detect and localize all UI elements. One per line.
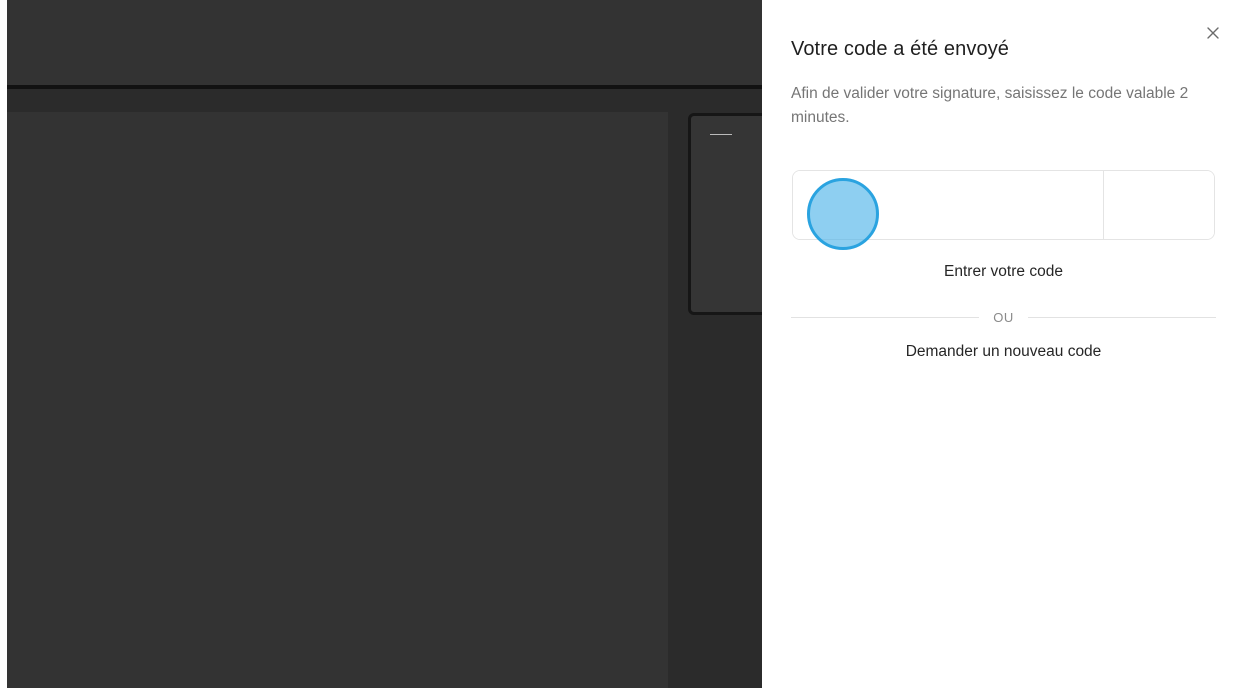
page-thumbnail [688,113,762,315]
drawer-title: Votre code a été envoyé [791,38,1010,60]
request-new-code-link[interactable]: Demander un nouveau code [792,343,1215,361]
code-verification-drawer: Votre code a été envoyé Afin de valider … [762,0,1242,688]
code-digit-1[interactable] [793,171,1103,239]
app-header [7,0,762,85]
or-label: OU [993,309,1014,325]
code-input-group [792,170,1215,240]
toolbar [7,89,762,112]
divider-line-left [791,316,980,318]
background-overlay [0,0,762,688]
enter-code-label: Entrer votre code [944,263,1063,280]
drawer-description: Afin de valider votre signature, saisiss… [791,85,1189,126]
divider-line-right [1027,316,1216,318]
thumbnail-line [710,134,732,135]
close-icon [1207,27,1219,39]
document-viewer [7,112,668,688]
code-digit-2[interactable] [1103,171,1214,239]
close-button[interactable] [1202,22,1224,44]
left-edge [0,0,7,688]
or-divider: OU [791,308,1216,326]
